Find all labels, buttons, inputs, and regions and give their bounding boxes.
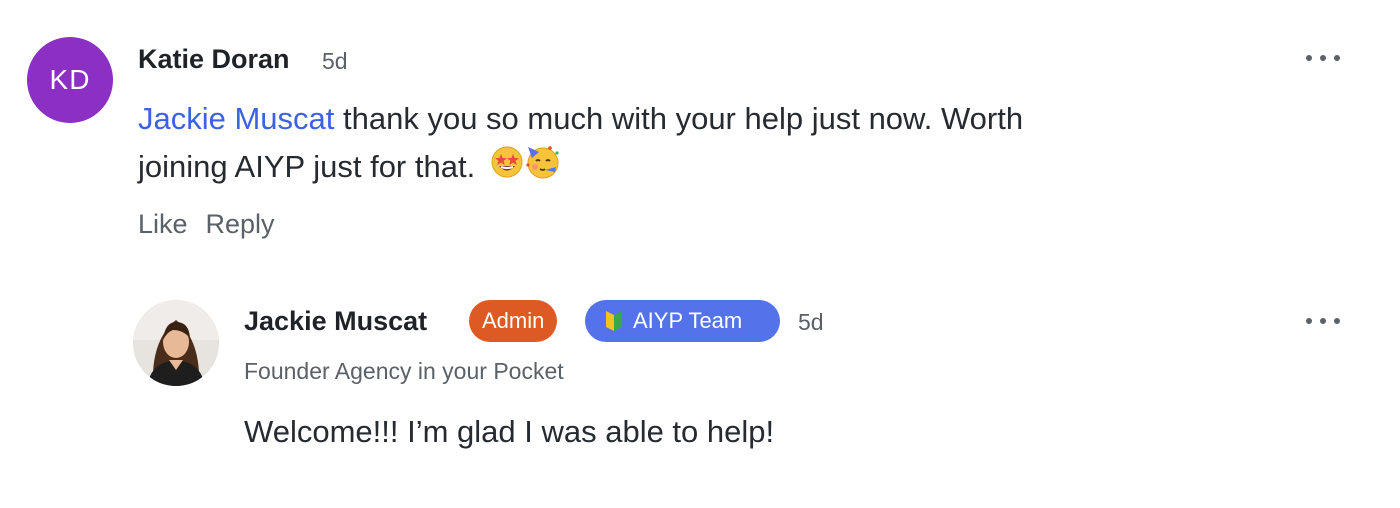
comment-author[interactable]: Katie Doran <box>138 44 290 75</box>
comment-actions: Like Reply <box>138 209 293 240</box>
beginner-shield-icon <box>605 310 623 332</box>
admin-badge-label: Admin <box>482 308 545 333</box>
like-button[interactable]: Like <box>138 209 188 239</box>
reply-body: Welcome!!! I’m glad I was able to help! <box>244 414 775 449</box>
ellipsis-icon <box>1306 318 1312 324</box>
profile-photo <box>133 300 219 386</box>
mention-link[interactable]: Jackie Muscat <box>138 101 334 136</box>
ellipsis-icon <box>1306 55 1312 61</box>
avatar[interactable]: KD <box>27 37 113 123</box>
partying-face-emoji <box>524 143 562 195</box>
comment-text-2: joining AIYP just for that. <box>138 149 476 185</box>
comment-body-line-2: joining AIYP just for that. <box>138 143 1258 195</box>
author-subtitle: Founder Agency in your Pocket <box>244 358 564 384</box>
avatar-initials: KD <box>49 64 91 95</box>
star-struck-emoji <box>490 145 524 193</box>
team-badge-label: AIYP Team <box>633 308 743 333</box>
comment-time[interactable]: 5d <box>322 48 348 75</box>
team-badge: AIYP Team <box>585 300 780 342</box>
reply-button[interactable]: Reply <box>206 209 275 239</box>
admin-badge: Admin <box>469 300 558 342</box>
more-options-button[interactable] <box>1306 48 1340 68</box>
more-options-button[interactable] <box>1306 311 1340 331</box>
reply-time[interactable]: 5d <box>798 309 824 336</box>
comment-body: Jackie Muscat thank you so much with you… <box>138 95 1258 195</box>
comment-body-line-1: Jackie Muscat thank you so much with you… <box>138 95 1258 143</box>
reply-author[interactable]: Jackie Muscat <box>244 306 427 337</box>
avatar[interactable] <box>133 300 219 386</box>
comment-text: thank you so much with your help just no… <box>334 101 1024 136</box>
